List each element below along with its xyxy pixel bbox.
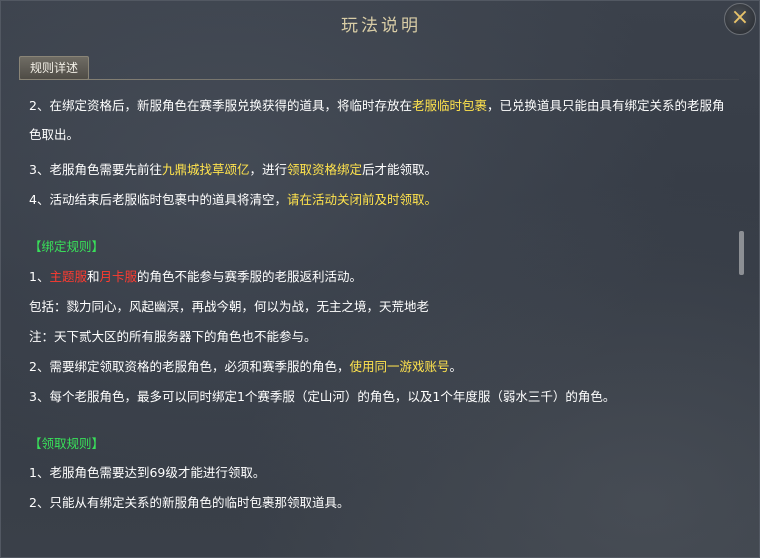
scrollbar-thumb[interactable] [739, 231, 744, 275]
section-heading-bind-rules: 【绑定规则】 [29, 239, 105, 254]
rule-text: 4、活动结束后老服临时包裹中的道具将清空， [29, 192, 287, 207]
bind-rule-include: 包括：戮力同心，风起幽溟，再战今朝，何以为战，无主之境，天荒地老 [29, 299, 430, 314]
highlight-text: 九鼎城找草颂亿 [161, 162, 250, 177]
highlight-text: 请在活动关闭前及时领取。 [286, 192, 437, 207]
rule-text: 后才能领取。 [362, 162, 438, 177]
bind-rule-1: 1、主题服和月卡服的角色不能参与赛季服的老服返利活动。 [29, 266, 362, 285]
highlight-text: 月卡服 [99, 269, 137, 284]
section-heading-claim-rules: 【领取规则】 [29, 436, 105, 451]
tab-divider [19, 79, 739, 80]
highlight-text: 老服临时包裹 [411, 98, 487, 113]
rules-dialog: 玩法说明 × 规则详述 2、在绑定资格后，新服角色在赛季服兑换获得的道具，将临时… [0, 0, 760, 558]
rule-paragraph-3: 3、老服角色需要先前往九鼎城找草颂亿，进行领取资格绑定后才能领取。 [29, 159, 437, 178]
claim-rule-1: 1、老服角色需要达到69级才能进行领取。 [29, 465, 266, 480]
bind-rule-note: 注：天下贰大区的所有服务器下的角色也不能参与。 [29, 329, 317, 344]
highlight-text: 使用同一游戏账号 [349, 359, 450, 374]
rule-text: 的角色不能参与赛季服的老服返利活动。 [137, 269, 363, 284]
rule-text: 1、 [29, 269, 50, 284]
rule-paragraph-2: 2、在绑定资格后，新服角色在赛季服兑换获得的道具，将临时存放在老服临时包裹，已兑… [29, 91, 734, 149]
rule-text: ，进行 [249, 162, 287, 177]
highlight-text: 领取资格绑定 [287, 162, 363, 177]
claim-rule-2: 2、只能从有绑定关系的新服角色的临时包裹那领取道具。 [29, 495, 350, 510]
close-icon[interactable]: × [724, 3, 756, 35]
rule-text: 2、在绑定资格后，新服角色在赛季服兑换获得的道具，将临时存放在 [29, 98, 412, 113]
rule-text: 2、需要绑定领取资格的老服角色，必须和赛季服的角色， [29, 359, 350, 374]
rule-text: 。 [449, 359, 462, 374]
dialog-title: 玩法说明 [341, 16, 421, 36]
rule-text: 和 [86, 269, 100, 284]
highlight-text: 主题服 [49, 269, 87, 284]
tab-rules-detail[interactable]: 规则详述 [19, 56, 90, 80]
rule-paragraph-4: 4、活动结束后老服临时包裹中的道具将清空，请在活动关闭前及时领取。 [29, 189, 437, 208]
bind-rule-3: 3、每个老服角色，最多可以同时绑定1个赛季服（定山河）的角色，以及1个年度服（弱… [29, 389, 616, 404]
bind-rule-2: 2、需要绑定领取资格的老服角色，必须和赛季服的角色，使用同一游戏账号。 [29, 356, 462, 375]
rule-text: 3、老服角色需要先前往 [29, 162, 162, 177]
